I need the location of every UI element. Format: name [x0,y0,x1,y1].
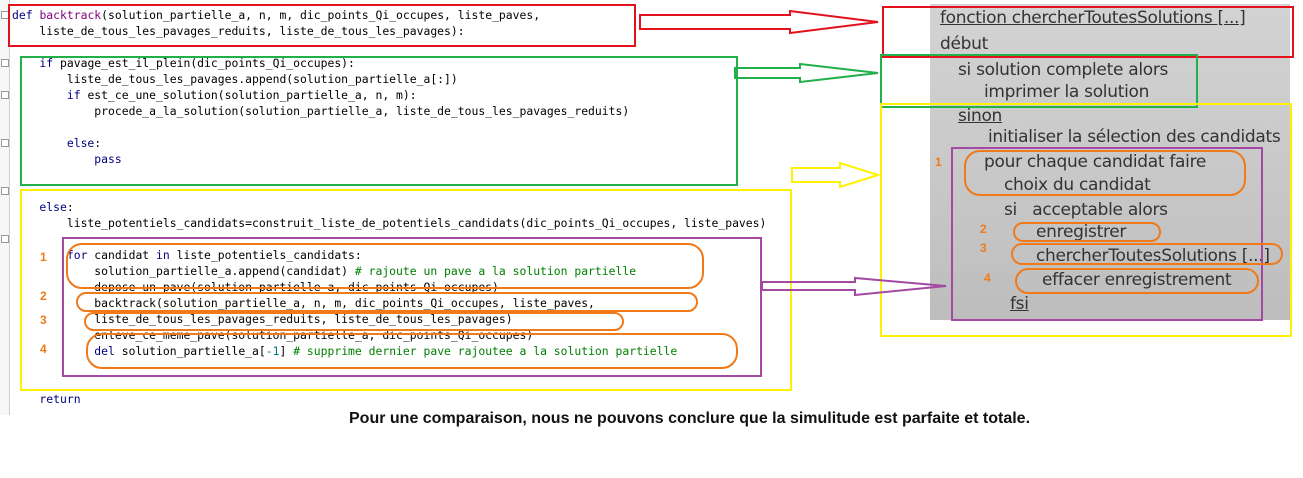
label-1-code: 1 [40,250,47,264]
orange-oval-2-pseudo [1013,222,1161,242]
label-4-code: 4 [40,342,47,356]
orange-oval-2-code [76,292,698,312]
code-token: return [12,392,81,406]
editor-gutter [0,0,10,415]
green-box-complete-branch [20,56,738,186]
label-3-pseudo: 3 [980,241,987,255]
orange-oval-3-code [84,312,624,331]
fold-marker[interactable] [1,139,9,147]
orange-oval-4-code [86,333,738,369]
orange-oval-1-code [66,243,704,289]
orange-oval-1-pseudo [964,150,1246,196]
orange-oval-3-pseudo [1011,243,1283,265]
red-box-pseudo-header [882,6,1294,58]
fold-marker[interactable] [1,59,9,67]
fold-marker[interactable] [1,187,9,195]
red-box-function-header [8,4,636,47]
yellow-arrow [791,161,882,189]
fold-marker[interactable] [1,91,9,99]
label-2-pseudo: 2 [980,222,987,236]
label-4-pseudo: 4 [984,271,991,285]
label-1-pseudo: 1 [935,155,942,169]
fold-marker[interactable] [1,235,9,243]
label-3-code: 3 [40,313,47,327]
label-2-code: 2 [40,289,47,303]
code-line: return [12,391,766,407]
green-box-pseudo-complete [880,54,1198,108]
orange-oval-4-pseudo [1015,268,1259,294]
comparison-note: Pour une comparaison, nous ne pouvons co… [349,410,1031,427]
